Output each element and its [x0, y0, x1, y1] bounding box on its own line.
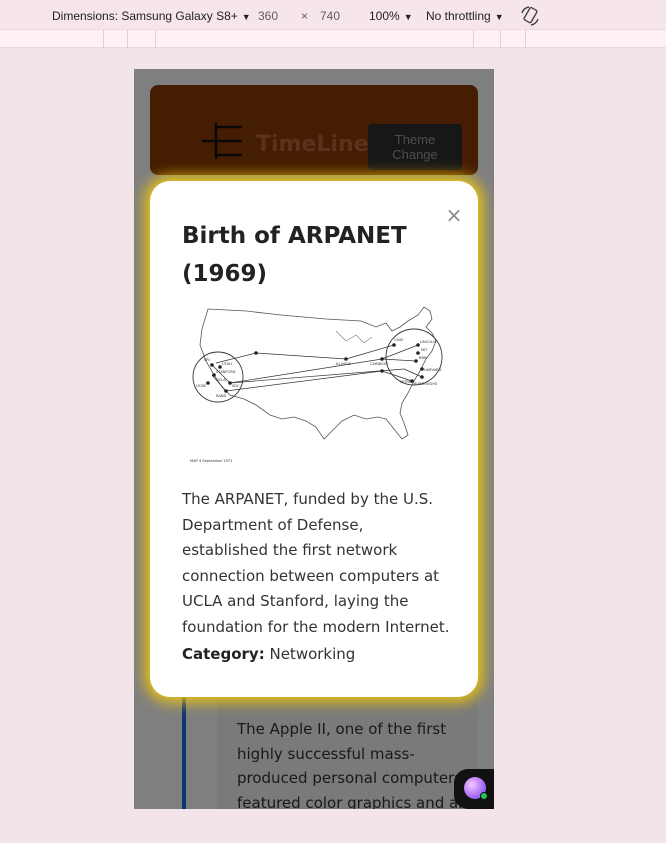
modal-description: The ARPANET, funded by the U.S. Departme…: [182, 490, 450, 636]
device-select[interactable]: Dimensions: Samsung Galaxy S8+ ▼: [52, 9, 251, 23]
online-status-icon: [480, 792, 488, 800]
map-label: CARNEGIE: [370, 362, 389, 366]
map-label: STANFORD: [216, 370, 236, 374]
height-field[interactable]: 740: [320, 9, 340, 23]
map-label: RAND: [216, 394, 226, 398]
map-label: SDC: [232, 384, 240, 388]
throttling-select[interactable]: No throttling ▼: [426, 9, 504, 23]
map-label: UCLA: [216, 378, 226, 382]
map-label: BBN: [419, 356, 427, 360]
map-caption: MAP 4 September 1971: [190, 459, 232, 463]
device-label: Dimensions: Samsung Galaxy S8+: [52, 9, 238, 23]
chevron-down-icon: ▼: [403, 12, 413, 22]
map-label: SRI: [204, 358, 210, 362]
map-label: ILLINOIS: [336, 362, 352, 366]
category-value: Networking: [269, 645, 356, 663]
rotate-icon[interactable]: [518, 4, 542, 28]
event-modal: × Birth of ARPANET (1969) SRI UTAH STANF…: [150, 181, 478, 697]
times-symbol: ×: [301, 9, 309, 23]
width-field[interactable]: 360: [258, 9, 278, 23]
map-label: CASE: [394, 338, 404, 342]
arpanet-map-image: SRI UTAH STANFORD UCLA UCSB SDC RAND CAS…: [190, 306, 443, 463]
modal-category: Category: Networking: [182, 642, 355, 667]
chevron-down-icon: ▼: [241, 12, 251, 22]
chevron-down-icon: ▼: [494, 12, 504, 22]
map-label: HARVARD: [424, 368, 442, 372]
map-label: UCSB: [196, 384, 206, 388]
modal-title: Birth of ARPANET (1969): [182, 223, 407, 287]
map-label: BURROUGHS: [414, 382, 438, 386]
map-label: LINCOLN: [420, 340, 436, 344]
throttling-label: No throttling: [426, 9, 491, 23]
assistant-button[interactable]: [454, 769, 494, 809]
map-label: MITRE: [400, 380, 412, 384]
device-viewport: TimeLine Theme Change The Apple II, one …: [134, 69, 494, 809]
device-toolbar: Dimensions: Samsung Galaxy S8+ ▼ 360 × 74…: [0, 0, 666, 32]
zoom-select[interactable]: 100% ▼: [369, 9, 413, 23]
map-label: MIT: [421, 348, 428, 352]
media-query-ruler: [0, 29, 666, 48]
map-label: UTAH: [222, 362, 232, 366]
zoom-label: 100%: [369, 9, 400, 23]
category-label: Category:: [182, 645, 265, 663]
